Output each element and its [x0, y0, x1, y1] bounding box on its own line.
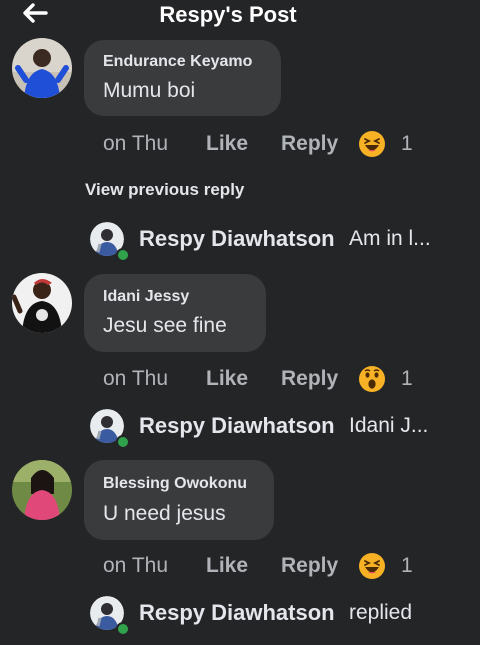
- like-button[interactable]: Like: [206, 554, 248, 578]
- comment-text: U need jesus: [103, 502, 226, 525]
- reaction-count: 1: [401, 554, 413, 577]
- reply-text: replied: [349, 601, 413, 624]
- laughing-emoji-icon[interactable]: [358, 130, 386, 158]
- reply-author[interactable]: Respy Diawhatson: [139, 600, 335, 626]
- view-previous-reply-link[interactable]: View previous reply: [85, 180, 244, 200]
- comment-author[interactable]: Blessing Owokonu: [103, 475, 247, 493]
- reply-author[interactable]: Respy Diawhatson: [139, 226, 335, 252]
- comment-bubble[interactable]: Endurance Keyamo Mumu boi: [84, 40, 281, 116]
- avatar[interactable]: [12, 38, 72, 98]
- comment-bubble[interactable]: Blessing Owokonu U need jesus: [84, 460, 274, 540]
- comment-bubble[interactable]: Idani Jessy Jesu see fine: [84, 274, 266, 352]
- avatar[interactable]: [12, 273, 72, 333]
- page-title: Respy's Post: [159, 2, 297, 27]
- reply-button[interactable]: Reply: [281, 132, 338, 156]
- like-button[interactable]: Like: [206, 132, 248, 156]
- comment-time: on Thu: [103, 367, 168, 390]
- top-bar: Respy's Post: [0, 0, 480, 32]
- online-status-dot: [116, 435, 130, 449]
- reply-preview[interactable]: Respy Diawhatson Idani J...: [90, 409, 470, 449]
- reply-text: Am in l...: [349, 227, 431, 250]
- avatar: [90, 596, 130, 636]
- like-button[interactable]: Like: [206, 367, 248, 391]
- reaction-count: 1: [401, 132, 413, 155]
- reply-preview[interactable]: Respy Diawhatson replied: [90, 596, 470, 636]
- avatar[interactable]: [12, 460, 72, 520]
- reply-author[interactable]: Respy Diawhatson: [139, 413, 335, 439]
- avatar: [90, 409, 130, 449]
- reply-text: Idani J...: [349, 414, 429, 437]
- laughing-emoji-icon[interactable]: [358, 552, 386, 580]
- reply-preview[interactable]: Respy Diawhatson Am in l...: [90, 222, 470, 262]
- comment-author[interactable]: Endurance Keyamo: [103, 53, 252, 71]
- comment-text: Mumu boi: [103, 79, 196, 102]
- comment-author[interactable]: Idani Jessy: [103, 288, 189, 306]
- reply-button[interactable]: Reply: [281, 367, 338, 391]
- online-status-dot: [116, 622, 130, 636]
- comment-text: Jesu see fine: [103, 314, 227, 337]
- comment-time: on Thu: [103, 132, 168, 155]
- avatar: [90, 222, 130, 262]
- reaction-count: 1: [401, 367, 413, 390]
- wow-emoji-icon[interactable]: [358, 365, 386, 393]
- online-status-dot: [116, 248, 130, 262]
- comment-time: on Thu: [103, 554, 168, 577]
- reply-button[interactable]: Reply: [281, 554, 338, 578]
